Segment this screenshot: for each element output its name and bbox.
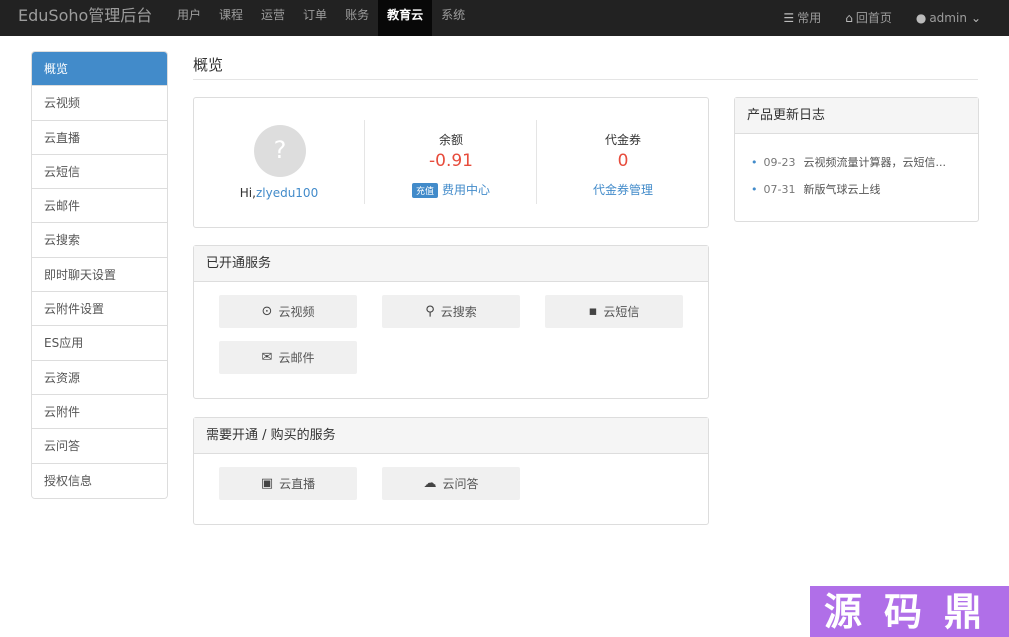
- bullet-icon: •: [751, 183, 758, 196]
- service-cloud-search-button[interactable]: ⚲ 云搜索: [382, 295, 520, 328]
- nav-item-orders[interactable]: 订单: [294, 0, 336, 36]
- voucher-value: 0: [617, 151, 629, 171]
- sidebar-item-cloud-resources[interactable]: 云资源: [32, 360, 167, 395]
- voucher-actions: 代金券管理: [538, 181, 708, 198]
- fee-center-link[interactable]: 费用中心: [442, 183, 490, 197]
- home-link[interactable]: ⌂ 回首页: [845, 0, 892, 36]
- avatar: ?: [254, 125, 306, 177]
- divider: [364, 120, 365, 204]
- common-menu[interactable]: ☰ 常用: [783, 0, 821, 36]
- sidebar-item-cloud-qa[interactable]: 云问答: [32, 429, 167, 464]
- changelog-panel: 产品更新日志 • 09-23 云视频流量计算器，云短信... • 07-31 新版气球云…: [734, 97, 979, 222]
- nav-item-billing[interactable]: 账务: [336, 0, 378, 36]
- tv-icon: ▣: [260, 476, 274, 491]
- divider: [536, 120, 537, 204]
- overview-panel: ? Hi,zlyedu100 余额 -0.91 充值 费用中心 代金券 0 代金券…: [193, 97, 709, 228]
- chevron-down-icon: ⌄: [970, 11, 981, 25]
- home-icon: ⌂: [845, 11, 853, 25]
- recharge-button[interactable]: 充值: [411, 183, 438, 198]
- sidebar-item-cloud-email[interactable]: 云邮件: [32, 189, 167, 224]
- service-cloud-live-button[interactable]: ▣ 云直播: [219, 467, 357, 500]
- watermark-logo: 源码鼎: [810, 586, 1009, 637]
- comment-icon: ▪: [588, 304, 598, 319]
- voucher-block: 代金券 0 代金券管理: [538, 98, 708, 197]
- sidebar-item-cloud-attachment[interactable]: 云附件: [32, 394, 167, 430]
- nav-item-edu-cloud[interactable]: 教育云: [378, 0, 433, 36]
- user-menu[interactable]: ● admin ⌄: [916, 0, 981, 36]
- list-icon: ☰: [783, 11, 795, 25]
- user-icon: ●: [915, 11, 927, 25]
- sidebar-item-overview[interactable]: 概览: [32, 52, 167, 87]
- play-circle-icon: ⊙: [261, 304, 273, 319]
- nav-item-users[interactable]: 用户: [168, 0, 210, 36]
- service-cloud-video-button[interactable]: ⊙ 云视频: [219, 295, 357, 328]
- log-date: 07-31: [763, 183, 796, 196]
- list-item[interactable]: • 09-23 云视频流量计算器，云短信...: [751, 154, 946, 170]
- service-cloud-sms-button[interactable]: ▪ 云短信: [545, 295, 683, 328]
- service-label: 云邮件: [278, 351, 315, 365]
- sidebar-item-cloud-live[interactable]: 云直播: [32, 120, 167, 155]
- service-label: 云视频: [278, 305, 315, 319]
- sidebar-item-license[interactable]: 授权信息: [32, 463, 167, 498]
- sidebar-item-cloud-video[interactable]: 云视频: [32, 86, 167, 121]
- balance-value: -0.91: [429, 151, 473, 171]
- cloud-question-icon: ☁: [423, 476, 437, 491]
- voucher-label: 代金券: [604, 133, 641, 147]
- search-icon: ⚲: [425, 304, 435, 319]
- home-label: 回首页: [855, 11, 892, 25]
- changelog-title: 产品更新日志: [735, 98, 978, 134]
- common-label: 常用: [797, 11, 822, 25]
- voucher-manage-link[interactable]: 代金券管理: [593, 183, 653, 197]
- balance-block: 余额 -0.91 充值 费用中心: [366, 98, 536, 198]
- sidebar-item-attachment-settings[interactable]: 云附件设置: [32, 292, 167, 327]
- brand-logo[interactable]: EduSoho管理后台: [18, 0, 152, 36]
- service-label: 云直播: [279, 477, 316, 491]
- list-item[interactable]: • 07-31 新版气球云上线: [751, 181, 880, 197]
- top-navbar: EduSoho管理后台 用户 课程 运营 订单 账务 教育云 系统 ☰ 常用 ⌂…: [0, 0, 1009, 36]
- balance-label: 余额: [438, 133, 463, 147]
- greeting: Hi,zlyedu100: [194, 186, 364, 200]
- needed-services-panel: 需要开通 / 购买的服务 ▣ 云直播 ☁ 云问答: [193, 417, 709, 525]
- service-cloud-email-button[interactable]: ✉ 云邮件: [219, 341, 357, 374]
- username-link[interactable]: zlyedu100: [256, 186, 318, 200]
- sidebar-item-im-settings[interactable]: 即时聊天设置: [32, 257, 167, 293]
- service-label: 云问答: [442, 477, 479, 491]
- log-text: 新版气球云上线: [803, 183, 881, 196]
- log-text: 云视频流量计算器，云短信...: [803, 156, 946, 169]
- nav-item-operations[interactable]: 运营: [252, 0, 294, 36]
- sidebar-item-cloud-search[interactable]: 云搜索: [32, 223, 167, 258]
- service-cloud-qa-button[interactable]: ☁ 云问答: [382, 467, 520, 500]
- service-label: 云短信: [603, 305, 640, 319]
- sidebar: 概览 云视频 云直播 云短信 云邮件 云搜索 即时聊天设置 云附件设置 ES应用…: [31, 51, 168, 499]
- nav-right: ☰ 常用 ⌂ 回首页 ● admin ⌄: [759, 0, 981, 36]
- main-nav: 用户 课程 运营 订单 账务 教育云 系统: [168, 0, 474, 36]
- opened-services-title: 已开通服务: [194, 246, 708, 282]
- envelope-icon: ✉: [261, 350, 273, 365]
- log-date: 09-23: [763, 156, 796, 169]
- sidebar-item-es-apps[interactable]: ES应用: [32, 326, 167, 361]
- needed-services-title: 需要开通 / 购买的服务: [194, 418, 708, 454]
- service-label: 云搜索: [440, 305, 477, 319]
- page-title: 概览: [193, 54, 978, 80]
- nav-item-system[interactable]: 系统: [432, 0, 474, 36]
- user-label: admin: [929, 11, 967, 25]
- sidebar-item-cloud-sms[interactable]: 云短信: [32, 154, 167, 190]
- balance-actions: 充值 费用中心: [366, 181, 536, 198]
- opened-services-panel: 已开通服务 ⊙ 云视频 ⚲ 云搜索 ▪ 云短信 ✉ 云邮件: [193, 245, 709, 399]
- bullet-icon: •: [751, 156, 758, 169]
- nav-item-courses[interactable]: 课程: [210, 0, 252, 36]
- greeting-prefix: Hi,: [239, 186, 256, 200]
